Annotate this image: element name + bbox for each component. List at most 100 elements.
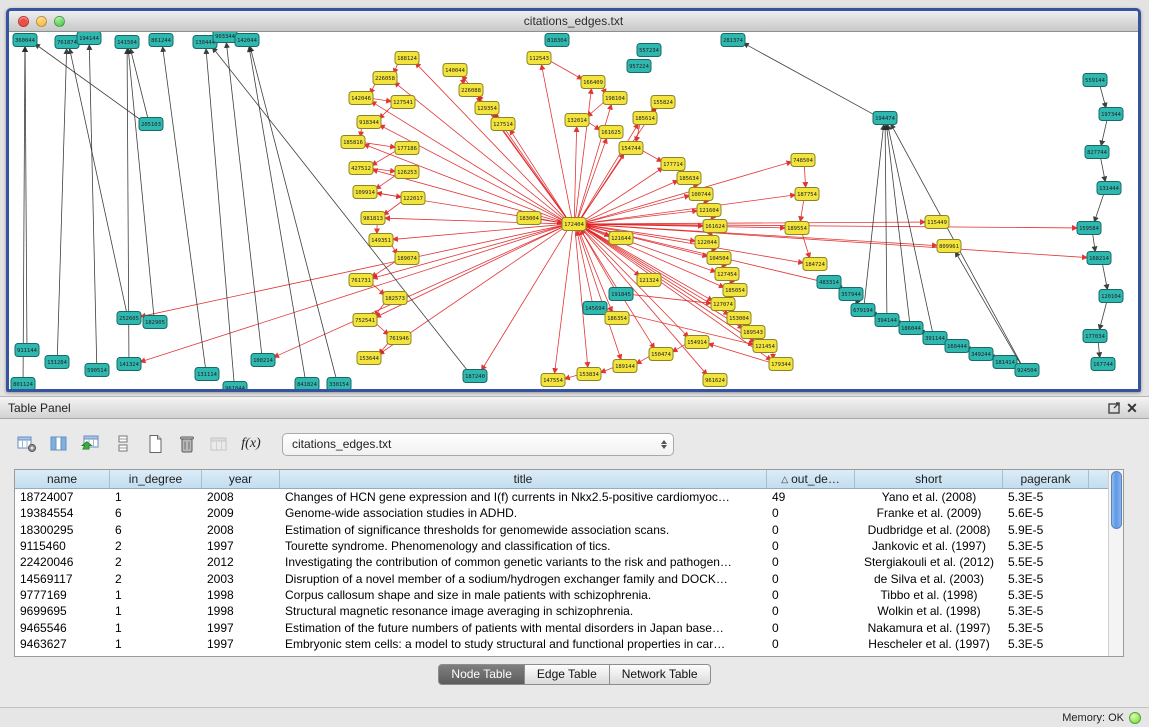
table-cell[interactable]: 5.3E-5: [1003, 604, 1089, 618]
table-cell[interactable]: Genome-wide association studies in ADHD.: [280, 506, 767, 520]
table-cell[interactable]: 5.3E-5: [1003, 572, 1089, 586]
table-cell[interactable]: 1997: [202, 539, 280, 553]
table-cell[interactable]: Estimation of the future numbers of pati…: [280, 621, 767, 635]
network-node[interactable]: 131444: [1097, 182, 1121, 195]
float-panel-icon[interactable]: [1105, 400, 1123, 416]
table-cell[interactable]: 0: [767, 588, 855, 602]
tab-node-table[interactable]: Node Table: [438, 664, 525, 685]
table-cell[interactable]: 9465546: [15, 621, 110, 635]
network-node[interactable]: 191845: [609, 288, 633, 301]
table-cell[interactable]: 5.5E-5: [1003, 555, 1089, 569]
table-cell[interactable]: 2008: [202, 490, 280, 504]
network-node[interactable]: 197344: [1099, 108, 1123, 121]
import-table-icon[interactable]: [78, 432, 104, 456]
network-node[interactable]: 159584: [1077, 222, 1101, 235]
table-cell[interactable]: Corpus callosum shape and size in male p…: [280, 588, 767, 602]
network-node[interactable]: 184724: [803, 258, 827, 271]
network-node[interactable]: 140044: [443, 64, 467, 77]
column-header-pagerank[interactable]: pagerank: [1003, 470, 1089, 488]
network-node[interactable]: 809961: [937, 240, 961, 253]
table-cell[interactable]: Investigating the contribution of common…: [280, 555, 767, 569]
row-format-icon[interactable]: [110, 432, 136, 456]
table-cell[interactable]: 5.3E-5: [1003, 539, 1089, 553]
network-node[interactable]: 109914: [353, 186, 377, 199]
network-node[interactable]: 120104: [1099, 290, 1123, 303]
table-cell[interactable]: Embryonic stem cells: a model to study s…: [280, 637, 767, 651]
network-node[interactable]: 281374: [721, 34, 745, 47]
minimize-window-button[interactable]: [36, 16, 47, 27]
network-node[interactable]: 187754: [795, 188, 819, 201]
table-cell[interactable]: 5.3E-5: [1003, 490, 1089, 504]
network-node[interactable]: 153644: [357, 352, 381, 365]
network-node[interactable]: 154914: [685, 336, 709, 349]
table-cell[interactable]: 0: [767, 637, 855, 651]
network-node[interactable]: 330154: [327, 378, 351, 390]
network-node[interactable]: 590514: [85, 364, 109, 377]
table-cell[interactable]: 2012: [202, 555, 280, 569]
tab-edge-table[interactable]: Edge Table: [525, 664, 610, 685]
network-node[interactable]: 185634: [677, 172, 701, 185]
network-node[interactable]: 391144: [923, 332, 947, 345]
column-header-in_degree[interactable]: in_degree: [110, 470, 202, 488]
table-cell[interactable]: 2: [110, 555, 202, 569]
network-node[interactable]: 961624: [703, 374, 727, 387]
table-cell[interactable]: Tourette syndrome. Phenomenology and cla…: [280, 539, 767, 553]
network-node[interactable]: 132014: [565, 114, 589, 127]
table-cell[interactable]: 19384554: [15, 506, 110, 520]
network-node[interactable]: 427512: [349, 162, 373, 175]
table-row[interactable]: 946362711997Embryonic stem cells: a mode…: [15, 636, 1109, 652]
network-node[interactable]: 155824: [651, 96, 675, 109]
table-row[interactable]: 1872400712008Changes of HCN gene express…: [15, 489, 1109, 505]
network-node[interactable]: 153004: [727, 312, 751, 325]
table-cell[interactable]: Changes of HCN gene expression and I(f) …: [280, 490, 767, 504]
network-node[interactable]: 185054: [723, 284, 747, 297]
network-node[interactable]: 911144: [15, 344, 39, 357]
network-node[interactable]: 122017: [401, 192, 425, 205]
network-node[interactable]: 483314: [817, 276, 841, 289]
network-node[interactable]: 188124: [395, 52, 419, 65]
network-node[interactable]: 121454: [753, 340, 777, 353]
network-node[interactable]: 166409: [581, 76, 605, 89]
table-cell[interactable]: Yano et al. (2008): [855, 490, 1003, 504]
network-node[interactable]: 126253: [395, 166, 419, 179]
table-cell[interactable]: 22420046: [15, 555, 110, 569]
network-node[interactable]: 861244: [149, 34, 173, 47]
network-node[interactable]: 149351: [369, 234, 393, 247]
table-cell[interactable]: 18300295: [15, 523, 110, 537]
table-cell[interactable]: 1998: [202, 604, 280, 618]
network-node[interactable]: 748504: [791, 154, 815, 167]
table-cell[interactable]: Hescheler et al. (1997): [855, 637, 1003, 651]
network-node[interactable]: 131114: [195, 368, 219, 381]
table-cell[interactable]: 6: [110, 523, 202, 537]
table-cell[interactable]: 1: [110, 588, 202, 602]
delete-columns-icon[interactable]: [174, 432, 200, 456]
network-node[interactable]: 226058: [373, 72, 397, 85]
table-cell[interactable]: 5.3E-5: [1003, 621, 1089, 635]
network-node[interactable]: 177034: [1083, 330, 1107, 343]
table-cell[interactable]: 14569117: [15, 572, 110, 586]
network-node[interactable]: 194144: [77, 32, 101, 45]
column-header-name[interactable]: name: [15, 470, 110, 488]
network-node[interactable]: 121604: [697, 204, 721, 217]
vertical-scrollbar[interactable]: [1108, 470, 1123, 656]
network-node[interactable]: 177714: [661, 158, 685, 171]
network-node[interactable]: 142044: [235, 34, 259, 47]
network-window-titlebar[interactable]: citations_edges.txt: [9, 11, 1138, 32]
column-header-title[interactable]: title: [280, 470, 767, 488]
network-node[interactable]: 918344: [357, 116, 381, 129]
table-options-icon[interactable]: [14, 432, 40, 456]
network-node[interactable]: 903344: [213, 32, 237, 43]
table-cell[interactable]: 1: [110, 604, 202, 618]
table-cell[interactable]: 9115460: [15, 539, 110, 553]
network-node[interactable]: 981813: [361, 212, 385, 225]
network-node[interactable]: 194474: [873, 112, 897, 125]
network-node[interactable]: 154744: [619, 142, 643, 155]
table-cell[interactable]: 2008: [202, 523, 280, 537]
table-cell[interactable]: 49: [767, 490, 855, 504]
network-node[interactable]: 100744: [689, 188, 713, 201]
network-node[interactable]: 100214: [251, 354, 275, 367]
network-node[interactable]: 357944: [839, 288, 863, 301]
table-row[interactable]: 911546021997Tourette syndrome. Phenomeno…: [15, 538, 1109, 554]
table-cell[interactable]: 1997: [202, 637, 280, 651]
network-node[interactable]: 189074: [395, 252, 419, 265]
